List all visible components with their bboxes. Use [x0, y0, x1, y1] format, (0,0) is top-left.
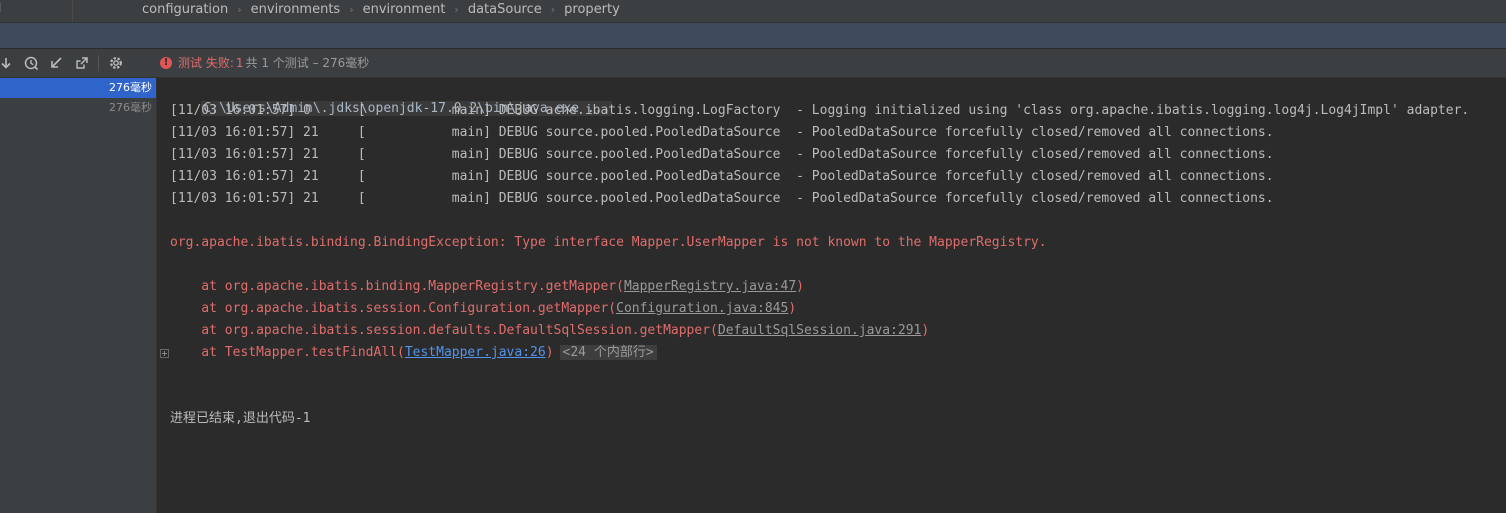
status-failed-count: 1 [235, 55, 244, 70]
trace-text: at org.apache.ibatis.session.defaults.De… [170, 323, 718, 338]
import-icon[interactable] [47, 54, 65, 72]
folded-internal-lines[interactable]: <24 个内部行> [559, 345, 657, 360]
exit-message: 进程已结束,退出代码-1 [170, 411, 311, 426]
status-label: 测试 失败: [178, 56, 234, 70]
tool-window-header [0, 23, 1506, 48]
chevron-right-icon: › [237, 3, 242, 16]
stack-trace-line: at TestMapper.testFindAll(TestMapper.jav… [170, 343, 657, 363]
history-icon[interactable] [22, 54, 40, 72]
test-status: ! 测试 失败: 1 共 1 个测试 – 276毫秒 [160, 54, 369, 71]
breadcrumb-item-datasource[interactable]: dataSource [468, 2, 542, 17]
test-duration: 276毫秒 [109, 81, 152, 94]
breadcrumb-item-environments[interactable]: environments [251, 2, 341, 17]
breadcrumb-item-configuration[interactable]: configuration [142, 2, 228, 17]
debug-line: [11/03 16:01:57] 21 [ main] DEBUG source… [170, 147, 1274, 162]
toolbar-separator [98, 55, 99, 71]
gear-icon[interactable] [107, 54, 125, 72]
exception-line: org.apache.ibatis.binding.BindingExcepti… [170, 235, 1047, 250]
chevron-right-icon: › [454, 3, 459, 16]
export-icon[interactable] [73, 54, 91, 72]
chevron-right-icon: › [349, 3, 354, 16]
error-icon: ! [160, 56, 172, 69]
expand-fold-icon[interactable] [160, 349, 169, 358]
test-tree-item[interactable]: 276毫秒 [0, 98, 156, 118]
debug-line: [11/03 16:01:57] 21 [ main] DEBUG source… [170, 125, 1274, 140]
test-toolbar: ! 测试 失败: 1 共 1 个测试 – 276毫秒 [0, 49, 1506, 78]
source-link[interactable]: TestMapper.java:26 [405, 345, 546, 360]
source-link[interactable]: MapperRegistry.java:47 [624, 279, 796, 294]
debug-line: [11/03 16:01:57] 21 [ main] DEBUG source… [170, 169, 1274, 184]
source-link[interactable]: Configuration.java:845 [616, 301, 788, 316]
trace-text: at TestMapper.testFindAll( [170, 345, 405, 360]
source-link[interactable]: DefaultSqlSession.java:291 [718, 323, 922, 338]
breadcrumb-item-property[interactable]: property [564, 2, 620, 17]
chevron-right-icon: › [550, 3, 556, 16]
trace-text: ) [788, 301, 797, 316]
arrow-down-icon[interactable] [0, 54, 15, 72]
trace-text: at org.apache.ibatis.binding.MapperRegis… [170, 279, 624, 294]
breadcrumb-items: configuration › environments › environme… [142, 2, 620, 17]
left-panel-stub: l [0, 0, 73, 22]
test-duration: 276毫秒 [109, 101, 152, 114]
stack-trace-line: at org.apache.ibatis.session.Configurati… [170, 299, 796, 319]
debug-line: [11/03 16:01:57] 21 [ main] DEBUG source… [170, 191, 1274, 206]
test-tree-item[interactable]: 276毫秒 [0, 78, 156, 98]
test-tree-panel: 276毫秒 276毫秒 [0, 78, 157, 513]
console-command-line: C:\Users\Admin\.jdks\openjdk-17.0.2\bin\… [170, 79, 613, 116]
stack-trace-line: at org.apache.ibatis.session.defaults.De… [170, 321, 929, 341]
stack-trace-line: at org.apache.ibatis.binding.MapperRegis… [170, 277, 804, 297]
trace-text: ) [921, 323, 930, 338]
trace-text: at org.apache.ibatis.session.Configurati… [170, 301, 617, 316]
trace-text: ) [545, 345, 554, 360]
left-stub-text: l [0, 1, 1, 15]
breadcrumb: l configuration › environments › environ… [0, 0, 1506, 23]
status-summary: 共 1 个测试 – 276毫秒 [245, 56, 370, 70]
console-output[interactable]: C:\Users\Admin\.jdks\openjdk-17.0.2\bin\… [157, 78, 1506, 513]
trace-text: ) [796, 279, 804, 294]
breadcrumb-item-environment[interactable]: environment [363, 2, 446, 17]
debug-line: [11/03 16:01:57] 0 [ main] DEBUG ache.ib… [170, 103, 1470, 118]
